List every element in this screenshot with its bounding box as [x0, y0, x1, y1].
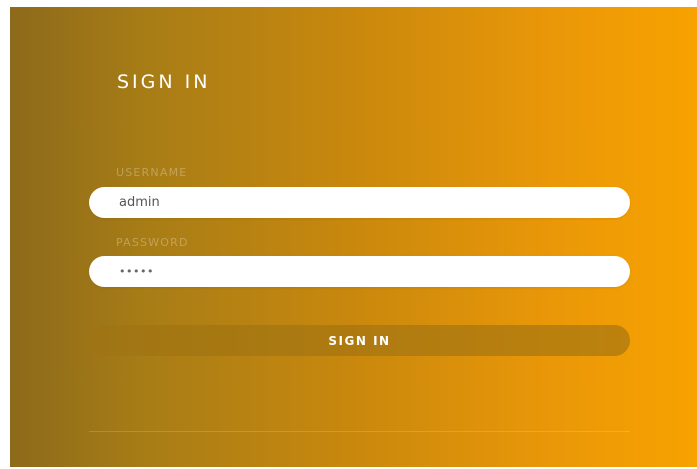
username-label: USERNAME	[116, 166, 188, 179]
sign-in-title: SIGN IN	[117, 71, 211, 93]
login-page: SIGN IN USERNAME PASSWORD SIGN IN	[0, 0, 697, 469]
sign-in-button[interactable]: SIGN IN	[89, 325, 630, 356]
password-input[interactable]	[89, 256, 630, 287]
password-label: PASSWORD	[116, 236, 189, 249]
divider	[89, 431, 630, 432]
login-panel: SIGN IN USERNAME PASSWORD SIGN IN	[10, 7, 697, 467]
username-input[interactable]	[89, 187, 630, 218]
